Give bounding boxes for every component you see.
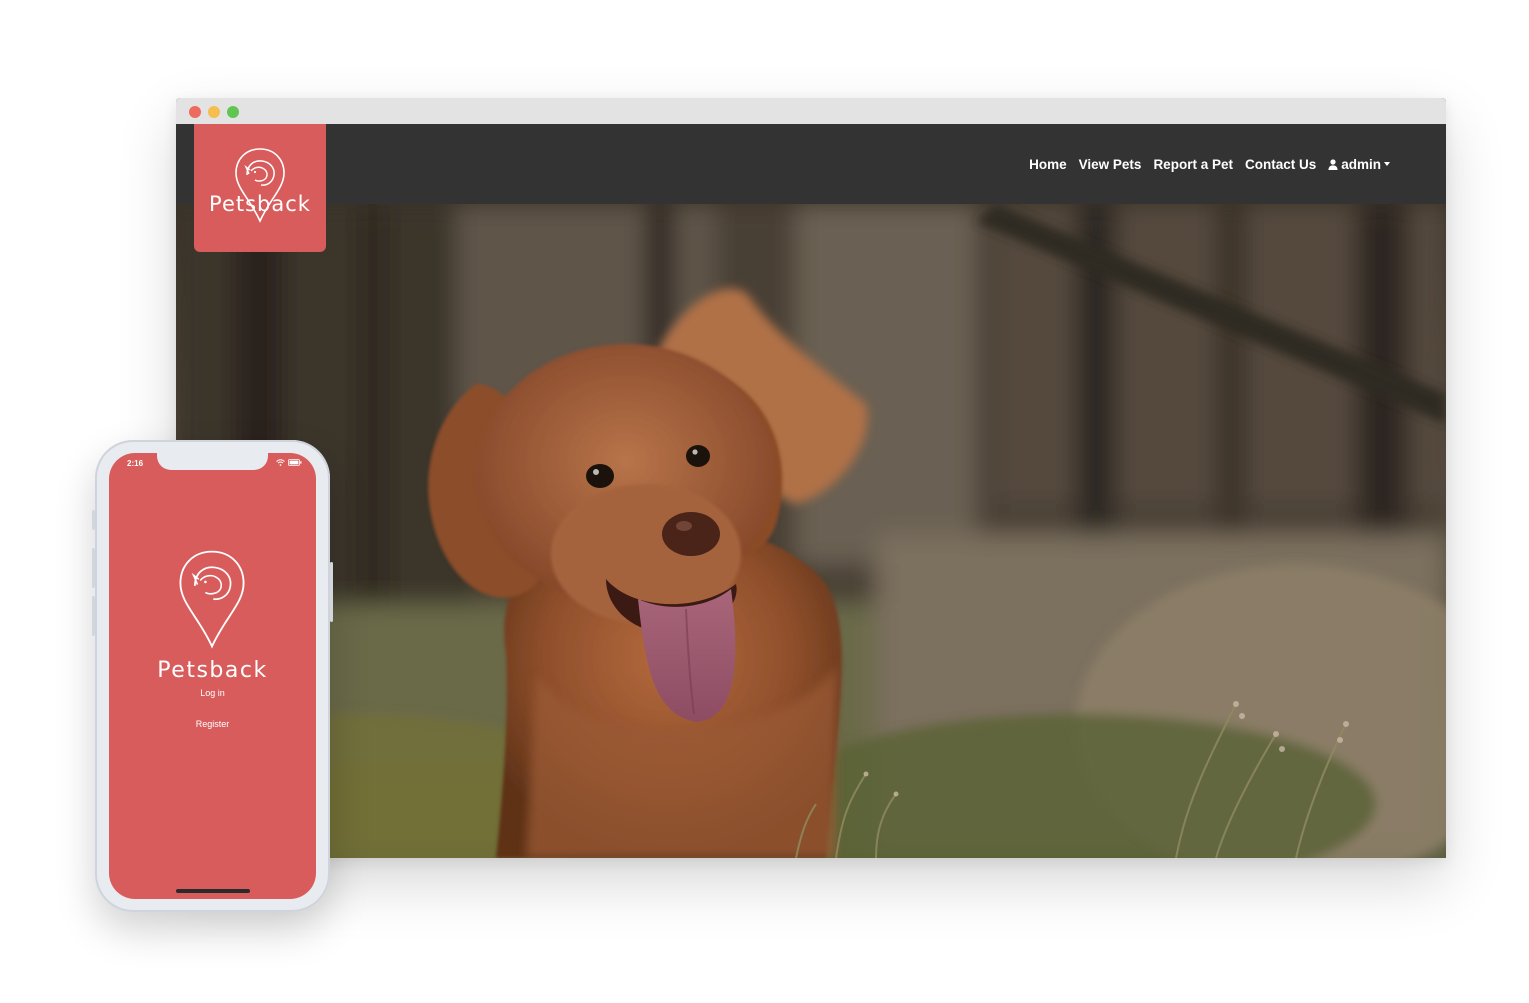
maximize-window-button[interactable] bbox=[227, 106, 239, 118]
minimize-window-button[interactable] bbox=[208, 106, 220, 118]
nav-home-link[interactable]: Home bbox=[1029, 157, 1067, 172]
caret-down-icon bbox=[1384, 162, 1390, 166]
phone-power-button bbox=[330, 562, 333, 622]
register-link[interactable]: Register bbox=[109, 719, 316, 729]
nav-contact-us-link[interactable]: Contact Us bbox=[1245, 157, 1316, 172]
phone-brand-name: Petsback bbox=[157, 658, 268, 683]
browser-titlebar bbox=[176, 98, 1446, 124]
pet-location-pin-icon bbox=[179, 550, 245, 649]
phone-screen: 2:16 Petsback Log in Register bbox=[109, 453, 316, 899]
nav-view-pets-link[interactable]: View Pets bbox=[1079, 157, 1142, 172]
phone-volume-down bbox=[92, 596, 95, 636]
battery-icon bbox=[288, 459, 302, 466]
browser-window: Home View Pets Report a Pet Contact Us a… bbox=[176, 98, 1446, 858]
close-window-button[interactable] bbox=[189, 106, 201, 118]
dog-photo bbox=[176, 204, 1446, 858]
phone-device: 2:16 Petsback Log in Register bbox=[92, 440, 333, 912]
phone-volume-up bbox=[92, 548, 95, 588]
site-navbar: Home View Pets Report a Pet Contact Us a… bbox=[176, 124, 1446, 204]
status-time: 2:16 bbox=[127, 459, 144, 468]
user-icon bbox=[1328, 158, 1338, 170]
user-name: admin bbox=[1341, 156, 1381, 172]
brand-name: Petsback bbox=[209, 192, 311, 216]
phone-notch bbox=[157, 453, 268, 470]
wifi-icon bbox=[276, 459, 285, 466]
user-menu-dropdown[interactable]: admin bbox=[1328, 157, 1390, 172]
nav-report-pet-link[interactable]: Report a Pet bbox=[1153, 157, 1233, 172]
nav-menu: Home View Pets Report a Pet Contact Us a… bbox=[1029, 124, 1390, 204]
site-logo[interactable]: Petsback bbox=[194, 124, 326, 252]
home-indicator bbox=[176, 889, 250, 893]
status-icons bbox=[276, 459, 302, 466]
hero-dog-photo bbox=[176, 204, 1446, 858]
phone-mute-switch bbox=[92, 510, 95, 530]
login-link[interactable]: Log in bbox=[109, 688, 316, 698]
